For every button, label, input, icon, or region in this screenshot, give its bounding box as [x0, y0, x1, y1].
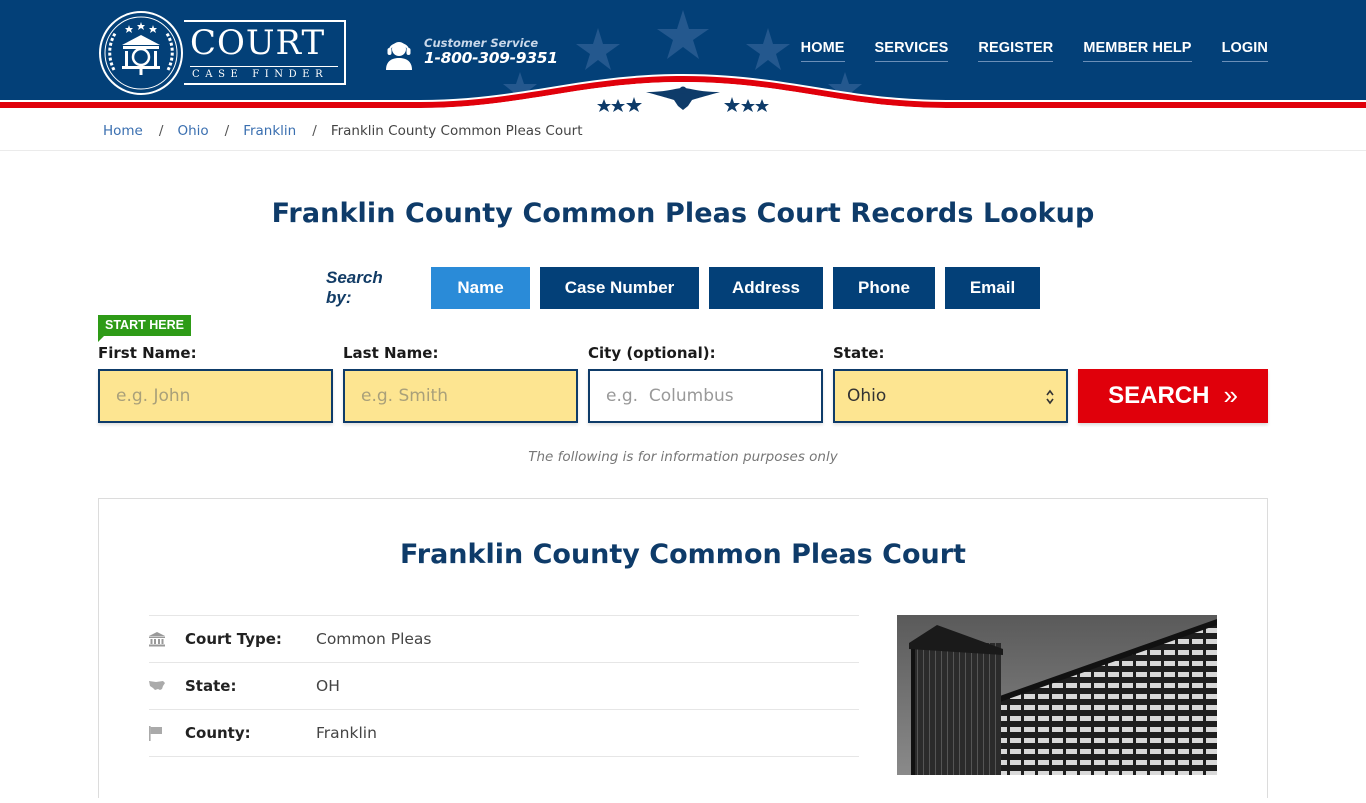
detail-row-county: County: Franklin — [149, 709, 859, 756]
logo-wordmark: COURT CASE FINDER — [184, 20, 346, 85]
court-details: Court Type: Common Pleas State: OH Count… — [149, 615, 859, 803]
logo-title: COURT — [190, 23, 326, 63]
state-field: State: Ohio — [833, 344, 1068, 423]
logo-divider — [190, 66, 338, 67]
city-field: City (optional): — [588, 344, 823, 423]
last-name-field: Last Name: — [343, 344, 578, 423]
site-header: COURT CASE FINDER Customer Service 1-800… — [0, 0, 1366, 112]
court-card: Franklin County Common Pleas Court Court… — [98, 498, 1268, 798]
detail-value: Franklin — [316, 724, 377, 742]
info-note: The following is for information purpose… — [528, 449, 838, 465]
breadcrumb: Home / Ohio / Franklin / Franklin County… — [0, 112, 1366, 151]
breadcrumb-separator: / — [224, 123, 230, 139]
city-label: City (optional): — [588, 344, 716, 362]
site-logo[interactable]: COURT CASE FINDER — [98, 10, 348, 96]
nav-home[interactable]: HOME — [800, 40, 845, 62]
main-nav: HOME SERVICES REGISTER MEMBER HELP LOGIN — [800, 40, 1268, 62]
nav-member-help[interactable]: MEMBER HELP — [1083, 40, 1192, 62]
detail-value: OH — [316, 677, 340, 695]
customer-service-label: Customer Service — [424, 36, 539, 50]
logo-subtitle: CASE FINDER — [192, 69, 329, 80]
nav-login[interactable]: LOGIN — [1221, 40, 1268, 62]
header-inner: COURT CASE FINDER Customer Service 1-800… — [98, 0, 1268, 104]
courthouse-building-image — [897, 615, 1217, 775]
us-map-icon — [149, 678, 185, 694]
first-name-label: First Name: — [98, 344, 197, 362]
customer-service-phone[interactable]: 1-800-309-9351 — [424, 49, 558, 67]
courthouse-photo — [897, 615, 1217, 775]
state-select[interactable]: Ohio — [833, 369, 1068, 423]
breadcrumb-franklin[interactable]: Franklin — [243, 123, 296, 139]
detail-row-state: State: OH — [149, 662, 859, 709]
double-chevron-right-icon: » — [1223, 379, 1238, 410]
detail-label: County: — [185, 724, 251, 742]
state-selected-value: Ohio — [847, 386, 887, 406]
flag-icon — [149, 725, 185, 741]
nav-services[interactable]: SERVICES — [874, 40, 949, 62]
court-title: Franklin County Common Pleas Court — [400, 539, 966, 570]
search-button[interactable]: SEARCH » — [1078, 369, 1268, 423]
courthouse-icon — [149, 631, 185, 647]
tab-case-number[interactable]: Case Number — [540, 267, 699, 309]
headset-user-icon — [386, 42, 412, 70]
breadcrumb-home[interactable]: Home — [103, 123, 143, 139]
breadcrumb-separator: / — [158, 123, 164, 139]
breadcrumb-current: Franklin County Common Pleas Court — [330, 123, 583, 139]
detail-label: Court Type: — [185, 630, 282, 648]
detail-value: Common Pleas — [316, 630, 432, 648]
tab-name[interactable]: Name — [431, 267, 530, 309]
last-name-label: Last Name: — [343, 344, 439, 362]
search-by-tabs: Search by: Name Case Number Address Phon… — [326, 267, 1050, 309]
city-input[interactable] — [588, 369, 823, 423]
start-here-badge: START HERE — [98, 315, 191, 342]
detail-row-divider — [149, 756, 859, 803]
last-name-input[interactable] — [343, 369, 578, 423]
search-by-label: Search by: — [326, 268, 383, 307]
tab-email[interactable]: Email — [945, 267, 1040, 309]
breadcrumb-ohio[interactable]: Ohio — [177, 123, 208, 139]
select-updown-icon — [1046, 389, 1054, 405]
first-name-field: First Name: — [98, 344, 333, 423]
tab-address[interactable]: Address — [709, 267, 823, 309]
detail-label: State: — [185, 677, 237, 695]
tab-phone[interactable]: Phone — [833, 267, 935, 309]
state-label: State: — [833, 344, 885, 362]
detail-row-court-type: Court Type: Common Pleas — [149, 615, 859, 662]
page-title: Franklin County Common Pleas Court Recor… — [271, 198, 1095, 229]
breadcrumb-separator: / — [312, 123, 317, 139]
nav-register[interactable]: REGISTER — [978, 40, 1054, 62]
first-name-input[interactable] — [98, 369, 333, 423]
search-button-label: SEARCH — [1108, 382, 1210, 409]
courthouse-seal-icon — [99, 11, 183, 95]
